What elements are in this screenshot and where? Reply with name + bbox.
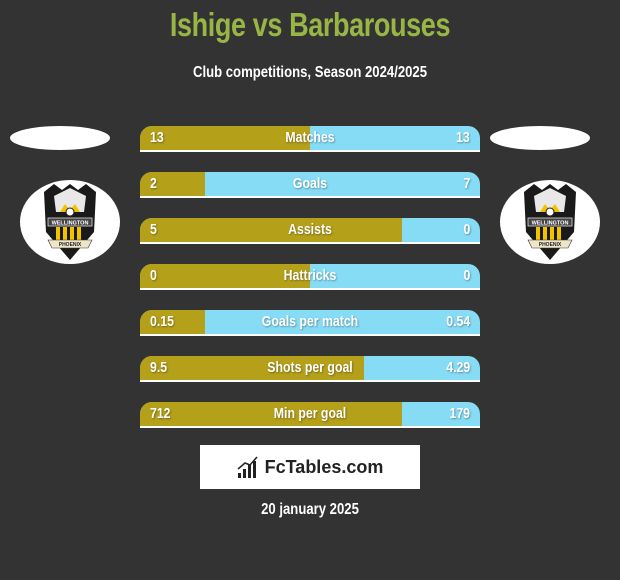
stat-label: Shots per goal (267, 359, 353, 376)
stat-row-assists: 5 Assists 0 (140, 218, 480, 244)
left-value: 712 (150, 405, 171, 422)
stat-row-hattricks: 0 Hattricks 0 (140, 264, 480, 290)
right-value: 0 (463, 267, 470, 284)
right-value: 0 (463, 221, 470, 238)
left-value: 5 (150, 221, 157, 238)
svg-text:WELLINGTON: WELLINGTON (52, 221, 89, 227)
competition-subtitle: Club competitions, Season 2024/2025 (192, 64, 428, 81)
right-team-name-pill (490, 126, 590, 150)
wellington-phoenix-crest-icon: WELLINGTON PHOENIX (524, 184, 576, 260)
stat-label: Goals (292, 175, 328, 192)
right-team-badge[interactable]: WELLINGTON PHOENIX (500, 180, 600, 264)
stat-label: Assists (288, 221, 332, 238)
left-team-badge[interactable]: WELLINGTON PHOENIX (20, 180, 120, 264)
stat-row-goals: 2 Goals 7 (140, 172, 480, 198)
bar-chart-icon (237, 456, 258, 478)
left-team-name-pill (10, 126, 110, 150)
svg-text:PHOENIX: PHOENIX (539, 242, 562, 248)
page-title: Ishige vs Barbarouses (169, 6, 451, 43)
stat-label: Matches (285, 129, 335, 146)
left-value: 2 (150, 175, 157, 192)
left-value: 0 (150, 267, 157, 284)
stat-label: Min per goal (273, 405, 347, 422)
left-value: 9.5 (150, 359, 168, 376)
fctables-logo-link[interactable]: FcTables.com (200, 445, 420, 489)
stat-row-matches: 13 Matches 13 (140, 126, 480, 152)
svg-text:PHOENIX: PHOENIX (59, 242, 82, 248)
report-date: 20 january 2025 (261, 501, 359, 518)
right-value: 7 (463, 175, 470, 192)
stat-row-goals-per-match: 0.15 Goals per match 0.54 (140, 310, 480, 336)
stat-row-shots-per-goal: 9.5 Shots per goal 4.29 (140, 356, 480, 382)
right-value: 13 (456, 129, 470, 146)
right-value: 0.54 (446, 313, 470, 330)
stat-label: Goals per match (261, 313, 359, 330)
right-value: 179 (449, 405, 470, 422)
brand-name: FcTables.com (264, 456, 384, 477)
stat-label: Hattricks (283, 267, 337, 284)
wellington-phoenix-crest-icon: WELLINGTON PHOENIX (44, 184, 96, 260)
svg-text:WELLINGTON: WELLINGTON (532, 221, 569, 227)
right-value: 4.29 (446, 359, 470, 376)
stat-row-min-per-goal: 712 Min per goal 179 (140, 402, 480, 428)
left-value: 13 (150, 129, 164, 146)
